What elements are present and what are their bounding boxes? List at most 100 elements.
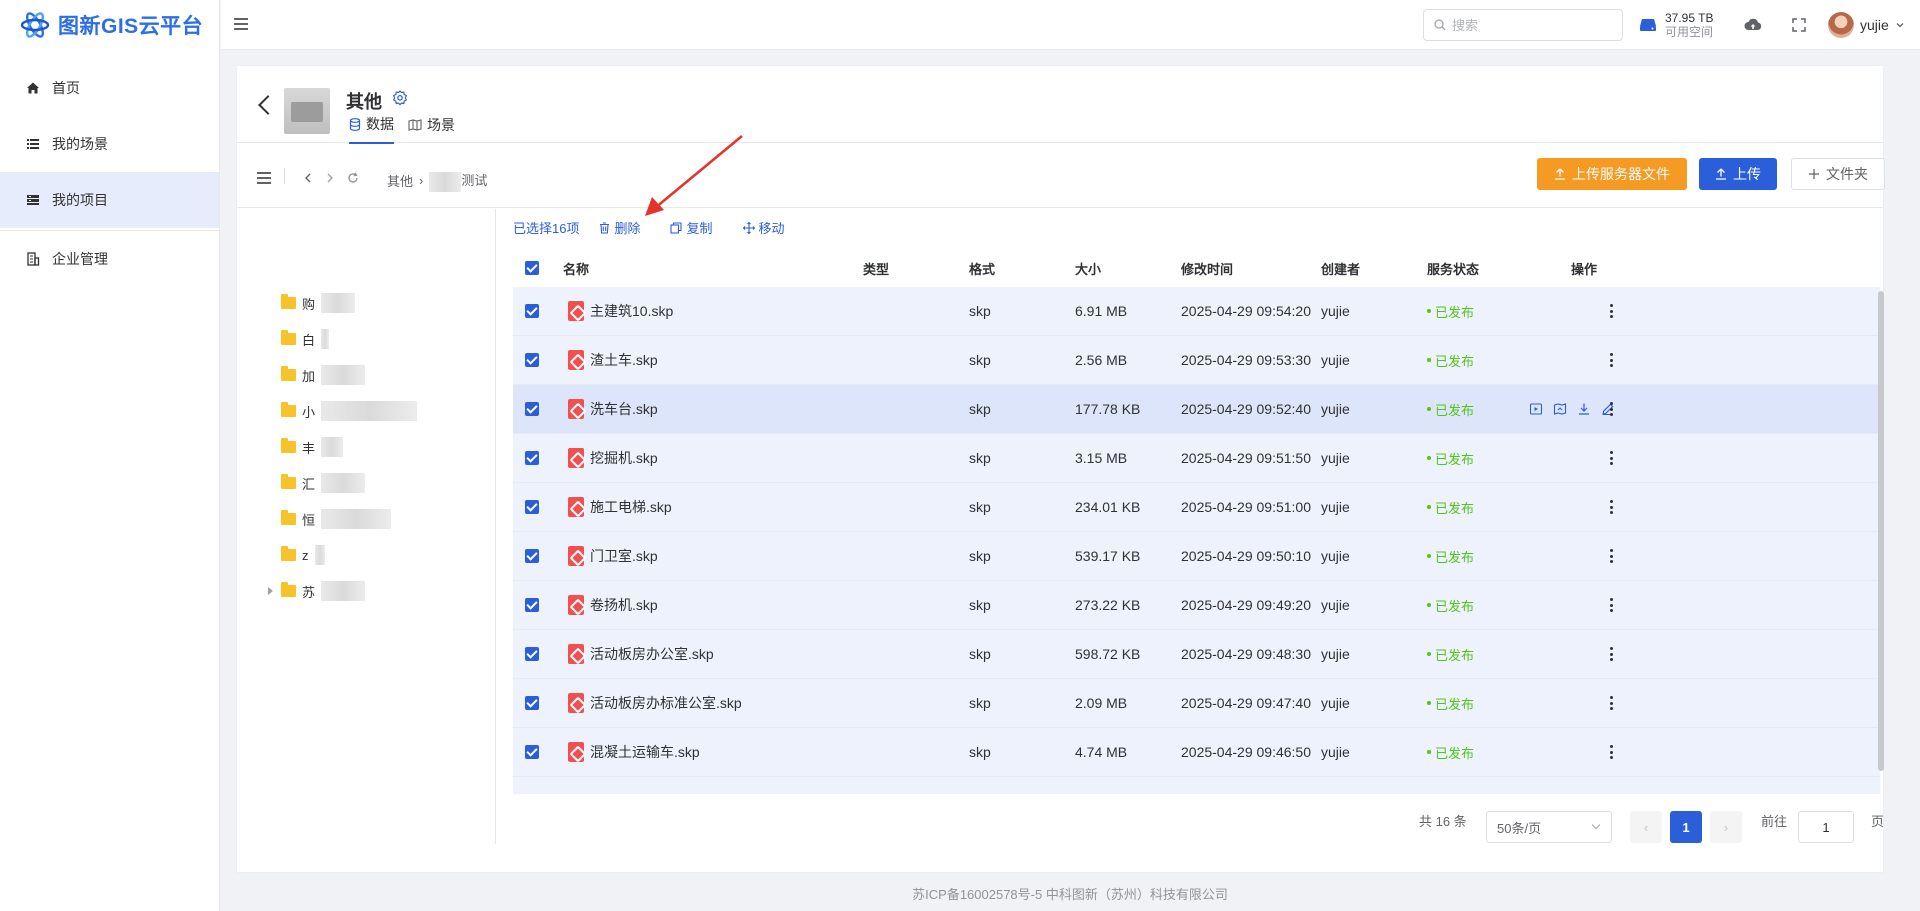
more-options-icon[interactable] (1610, 647, 1614, 661)
gear-icon[interactable] (392, 90, 408, 106)
table-row[interactable]: 洗车台.skp skp 177.78 KB 2025-04-29 09:52:40 yu… (513, 385, 1880, 434)
tree-folder[interactable]: 苏 (268, 581, 366, 601)
column-header-size[interactable]: 大小 (1075, 249, 1101, 287)
move-button[interactable]: 移动 (742, 218, 785, 237)
status-badge: 已发布 (1427, 547, 1474, 566)
chevron-left-icon[interactable] (304, 173, 312, 183)
file-size: 6.91 MB (1075, 303, 1128, 319)
file-name[interactable]: 渣土车.skp (590, 350, 658, 370)
file-name[interactable]: 卷扬机.skp (590, 595, 658, 615)
tree-folder[interactable]: 加 (281, 365, 366, 385)
file-creator: yujie (1321, 352, 1350, 368)
cloud-upload-icon[interactable] (1744, 16, 1762, 34)
more-options-icon[interactable] (1610, 745, 1614, 759)
back-arrow-icon[interactable] (258, 95, 278, 115)
file-name[interactable]: 施工电梯.skp (590, 497, 672, 517)
search-box[interactable] (1423, 9, 1623, 41)
row-checkbox[interactable] (525, 745, 539, 759)
column-header-creator[interactable]: 创建者 (1321, 249, 1360, 287)
tree-folder[interactable]: 购 (281, 293, 356, 313)
more-options-icon[interactable] (1610, 500, 1614, 514)
menu-toggle-icon[interactable] (234, 18, 248, 30)
fullscreen-icon[interactable] (1790, 16, 1808, 34)
more-options-icon[interactable] (1610, 696, 1614, 710)
page-number-button[interactable]: 1 (1670, 811, 1702, 843)
column-header-name[interactable]: 名称 (563, 249, 589, 287)
row-checkbox[interactable] (525, 304, 539, 318)
more-options-icon[interactable] (1610, 304, 1614, 318)
publish-scene-icon[interactable] (1553, 402, 1567, 416)
file-name[interactable]: 洗车台.skp (590, 399, 658, 419)
row-checkbox[interactable] (525, 598, 539, 612)
table-row[interactable]: 门卫室.skp skp 539.17 KB 2025-04-29 09:50:10 yu… (513, 532, 1880, 581)
file-name[interactable]: 活动板房办公室.skp (590, 644, 714, 664)
table-row[interactable]: 活动板房办标准公室.skp skp 2.09 MB 2025-04-29 09:47:… (513, 679, 1880, 728)
more-options-icon[interactable] (1610, 598, 1614, 612)
row-checkbox[interactable] (525, 647, 539, 661)
tree-folder[interactable]: 恒 (281, 509, 392, 529)
tab-data[interactable]: 数据 (349, 114, 394, 144)
user-menu[interactable]: yujie (1828, 12, 1905, 38)
goto-page-input[interactable] (1798, 811, 1854, 843)
file-size: 4.74 MB (1075, 744, 1128, 760)
more-options-icon[interactable] (1610, 451, 1614, 465)
upload-server-file-button[interactable]: 上传服务器文件 (1537, 158, 1687, 190)
breadcrumb-root[interactable]: 其他 (387, 171, 413, 190)
file-name[interactable]: 门卫室.skp (590, 546, 658, 566)
table-row[interactable]: 主建筑10.skp skp 6.91 MB 2025-04-29 09:54:20 yu… (513, 287, 1880, 336)
chevron-right-icon[interactable] (326, 173, 334, 183)
table-row[interactable]: 挖掘机.skp skp 3.15 MB 2025-04-29 09:51:50 yuji… (513, 434, 1880, 483)
column-header-type[interactable]: 类型 (863, 249, 889, 287)
row-checkbox[interactable] (525, 402, 539, 416)
table-row[interactable] (513, 777, 1880, 794)
row-checkbox[interactable] (525, 549, 539, 563)
tree-folder[interactable]: 丰 (281, 437, 344, 457)
tree-folder[interactable]: 白 (281, 329, 330, 349)
tree-folder[interactable]: z (281, 545, 325, 565)
logo[interactable]: 图新GIS云平台 (0, 0, 219, 50)
file-name[interactable]: 混凝土运输车.skp (590, 742, 700, 762)
table-row[interactable]: 施工电梯.skp skp 234.01 KB 2025-04-29 09:51:00 y… (513, 483, 1880, 532)
file-name[interactable]: 挖掘机.skp (590, 448, 658, 468)
list-toggle-icon[interactable] (257, 172, 271, 184)
download-icon[interactable] (1577, 402, 1591, 416)
table-row[interactable]: 活动板房办公室.skp skp 598.72 KB 2025-04-29 09:48:… (513, 630, 1880, 679)
sidebar-item-my-projects[interactable]: 我的项目 (0, 172, 219, 228)
more-options-icon[interactable] (1610, 402, 1614, 416)
row-checkbox[interactable] (525, 451, 539, 465)
footer-icp[interactable]: 苏ICP备16002578号-5 中科图新（苏州）科技有限公司 (220, 884, 1920, 903)
file-size: 2.09 MB (1075, 695, 1128, 711)
sidebar-item-home[interactable]: 首页 (0, 60, 219, 116)
new-folder-button[interactable]: 文件夹 (1791, 158, 1885, 190)
page-size-select[interactable]: 50条/页 (1486, 811, 1612, 843)
tree-folder[interactable]: 汇 (281, 473, 366, 493)
column-header-format[interactable]: 格式 (969, 249, 995, 287)
expand-arrow-icon[interactable] (268, 587, 273, 595)
table-row[interactable]: 渣土车.skp skp 2.56 MB 2025-04-29 09:53:30 yuji… (513, 336, 1880, 385)
column-header-modified[interactable]: 修改时间 (1181, 249, 1233, 287)
table-scrollbar[interactable] (1878, 291, 1884, 771)
tree-folder[interactable]: 小 (281, 401, 418, 421)
sidebar-item-enterprise[interactable]: 企业管理 (0, 231, 219, 287)
sidebar-item-my-scenes[interactable]: 我的场景 (0, 116, 219, 172)
row-checkbox[interactable] (525, 696, 539, 710)
refresh-icon[interactable] (347, 172, 359, 184)
file-name[interactable]: 主建筑10.skp (590, 301, 673, 321)
delete-button[interactable]: 删除 (599, 218, 640, 237)
row-checkbox[interactable] (525, 500, 539, 514)
table-row[interactable]: 混凝土运输车.skp skp 4.74 MB 2025-04-29 09:46:50 y… (513, 728, 1880, 777)
select-all-checkbox[interactable] (525, 261, 539, 275)
next-page-button[interactable]: › (1710, 811, 1742, 843)
prev-page-button[interactable]: ‹ (1630, 811, 1662, 843)
more-options-icon[interactable] (1610, 353, 1614, 367)
column-header-status[interactable]: 服务状态 (1427, 249, 1479, 287)
row-checkbox[interactable] (525, 353, 539, 367)
table-row[interactable]: 卷扬机.skp skp 273.22 KB 2025-04-29 09:49:20 yu… (513, 581, 1880, 630)
file-name[interactable]: 活动板房办标准公室.skp (590, 693, 742, 713)
preview-icon[interactable] (1529, 402, 1543, 416)
more-options-icon[interactable] (1610, 549, 1614, 563)
copy-button[interactable]: 复制 (670, 218, 713, 237)
search-input[interactable] (1452, 17, 1612, 33)
tab-scenes[interactable]: 场景 (408, 114, 455, 144)
upload-button[interactable]: 上传 (1699, 158, 1777, 190)
